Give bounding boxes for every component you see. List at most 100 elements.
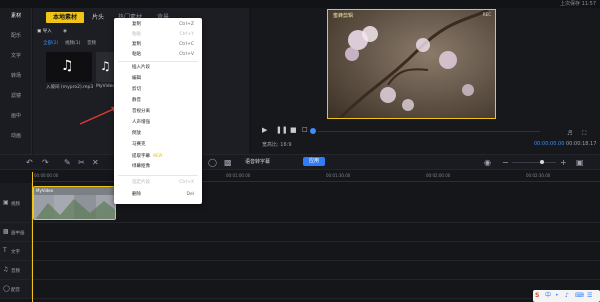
sidebar-item-transition[interactable]: 转场 [0,72,32,79]
video-title-overlay: 蜜蜂剪辑 [333,13,354,19]
track-header: T 文字 [0,242,32,260]
sidebar-item-music[interactable]: 配乐 [0,32,32,39]
tab-intro[interactable]: 片头 [88,12,108,23]
pip-track-icon: ▩ [3,228,9,235]
zoom-in-icon[interactable]: + [560,158,567,167]
menu-item-reverse[interactable]: 倒放 [114,130,202,138]
menu-item-paste[interactable]: 粘贴 Ctrl+V [114,51,202,59]
delete-icon[interactable]: ✕ [92,158,99,167]
tab-local-material[interactable]: 本地素材 [46,12,84,23]
zoom-out-icon[interactable]: − [502,158,509,167]
aspect-ratio-label[interactable]: 宽高比: 16:9 [262,141,292,148]
stop-icon[interactable]: ■ [290,126,297,134]
zoom-slider[interactable] [512,162,556,163]
keyboard-icon[interactable]: ⌨ [575,291,584,301]
sidebar-item-animation[interactable]: 动画 [0,132,32,139]
screen-record-icon[interactable]: ▩ [224,158,232,167]
ruler-label: 00:01:00.00 [226,173,251,178]
track-header: ▩ 画中画 [0,223,32,241]
filter-video[interactable]: 视频(1) [65,40,80,47]
blossom-image [328,10,495,118]
record-icon[interactable]: ◉ [63,28,67,35]
playhead[interactable] [32,172,33,302]
category-sidebar: 素材 配乐 文字 转场 滤镜 画中 动画 [0,8,32,154]
menu-item-select-clip[interactable]: 选定片段 Ctrl+X [114,179,202,187]
fullscreen-icon[interactable]: □ [302,126,308,133]
music-track-icon: ♫ [3,266,9,273]
title-bar: 上次保存 11:57 [0,0,600,8]
track-header: ◯ 配音 [0,280,32,298]
menu-item-redo[interactable]: 粘贴 Ctrl+Y [114,31,202,39]
ime-chinese-icon[interactable]: 中 [545,291,551,301]
rec-badge: REC [482,12,491,17]
time-total: 00:00:18.17 [566,141,597,147]
timeline-toolbar: ↶ ↷ ✎ ✂ ✕ ◯ ▩ ◉ − + ▣ [0,154,600,170]
undo-icon[interactable]: ↶ [26,158,33,167]
menu-item-mosaic[interactable]: 马赛克 [114,141,202,149]
menu-item-undo[interactable]: 复制 Ctrl+Z [114,21,202,29]
track-audio: ♫ 音频 [0,261,600,280]
menu-item-copy[interactable]: 复制 Ctrl+C [114,41,202,49]
filter-all[interactable]: 全部(2) [43,40,58,47]
punctuation-icon[interactable]: • [555,291,559,301]
progress-bar[interactable] [318,131,540,132]
ruler-label: 00:01:30.00 [326,173,351,178]
video-clip[interactable]: MyVideo [33,186,116,220]
time-current: 00:00:00.00 [534,141,565,147]
menu-item-cut[interactable]: 剪切 [114,86,202,94]
zoom-slider-knob[interactable] [540,160,544,164]
music-note-icon: ♫ [61,58,74,74]
apply-button[interactable]: 应用 [303,157,325,166]
sidebar-item-text[interactable]: 文字 [0,52,32,59]
sidebar-item-pip[interactable]: 画中 [0,112,32,119]
pause-icon[interactable]: ❚❚ [276,126,288,134]
menu-item-insert-clip[interactable]: 插入片段 [114,64,202,72]
progress-knob[interactable] [310,128,316,134]
speech-to-subtitle-button[interactable]: 语音转字幕 [245,158,270,165]
menu-icon[interactable]: ☰ [587,291,592,301]
menu-separator [118,61,198,62]
track-pip: ▩ 画中画 [0,223,600,242]
menu-item-green-screen[interactable]: 绿幕抠像 [114,163,202,171]
redo-icon[interactable]: ↷ [42,158,49,167]
fit-icon[interactable]: ▣ [576,158,584,167]
menu-item-edit[interactable]: 编辑 [114,75,202,83]
sogou-icon[interactable]: S [535,291,539,301]
import-icon: ▣ [37,29,42,34]
shield-icon[interactable]: ◉ [484,158,491,167]
menu-item-delete[interactable]: 删除 Del [114,191,202,199]
menu-item-mute[interactable]: 静音 [114,97,202,105]
video-track-icon: ▣ [3,199,9,206]
ruler-label: 00:02:30.00 [526,173,551,178]
voice-icon[interactable]: ♪ [565,291,569,301]
import-button[interactable]: ▣ 导入 [37,28,52,35]
pen-icon[interactable]: ✎ [64,158,71,167]
video-preview: 蜜蜂剪辑 REC [327,9,496,119]
menu-item-voice-enhance[interactable]: 人声增强 [114,119,202,127]
material-item-label: 入坡间 (mypro2).mp3 [46,85,94,90]
split-icon[interactable]: ✂ [78,158,85,167]
sidebar-item-filter[interactable]: 滤镜 [0,92,32,99]
menu-separator [118,175,198,176]
sidebar-item-material[interactable]: 素材 [0,12,32,19]
microphone-icon[interactable]: ◯ [208,158,217,167]
track-header: ▣ 视频 [0,183,32,222]
play-icon[interactable]: ▶ [262,126,267,134]
track-header: ♫ 音频 [0,261,32,279]
expand-icon[interactable]: ⛶ [582,130,586,138]
ruler-label: 00:00:00.00 [34,173,59,178]
material-item-audio[interactable]: ♫ [46,52,92,82]
ruler-label: 00:02:00.00 [426,173,451,178]
filter-audio[interactable]: 音频 [87,40,96,47]
music-note-icon: ♫ [100,59,111,73]
system-tray: S 中 • ♪ ⌨ ☰ [533,290,600,302]
clip-label: MyVideo [36,188,54,193]
track-voiceover: ◯ 配音 [0,280,600,299]
volume-icon[interactable]: ♬ [567,130,572,137]
microphone-track-icon: ◯ [3,285,10,292]
new-badge: NEW [153,153,163,158]
app-window: 上次保存 11:57 素材 配乐 文字 转场 滤镜 画中 动画 本地素材 片头 … [0,0,600,302]
menu-item-extract-subtitles[interactable]: 提取字幕 NEW [114,152,202,160]
text-track-icon: T [3,247,7,254]
menu-item-separate-audio[interactable]: 音视分离 [114,108,202,116]
